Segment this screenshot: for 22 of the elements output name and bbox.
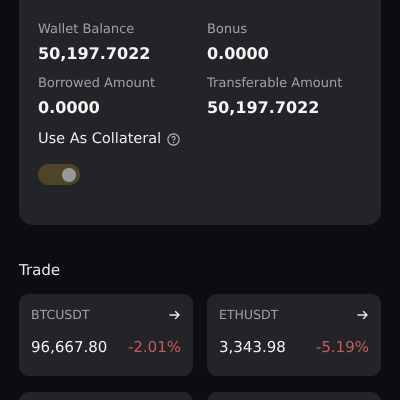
arrow-icon[interactable] xyxy=(357,309,369,321)
collateral-toggle[interactable] xyxy=(38,164,80,185)
collateral-label: Use As Collateral xyxy=(38,130,162,148)
field-value: 0.0000 xyxy=(207,44,270,64)
field-value: 0.0000 xyxy=(38,98,101,118)
field-label: Bonus xyxy=(207,22,248,38)
field-value: 50,197.7022 xyxy=(38,44,152,64)
field-label: Transferable Amount xyxy=(207,76,344,92)
market-card[interactable]: BTCUSDT 96,667.80 -2.01% xyxy=(19,294,193,376)
help-icon[interactable] xyxy=(167,132,180,146)
change-value: -2.01% xyxy=(128,338,181,356)
change-value: -5.19% xyxy=(316,338,369,356)
field-label: Borrowed Amount xyxy=(38,76,156,92)
symbol-label: BTCUSDT xyxy=(31,308,90,322)
price-value: 3,343.98 xyxy=(219,338,286,356)
field-value: 50,197.7022 xyxy=(207,98,320,118)
market-card[interactable]: ETHUSDT 3,343.98 -5.19% xyxy=(207,294,381,376)
section-title: Trade xyxy=(19,260,62,280)
field-label: Wallet Balance xyxy=(38,22,136,38)
arrow-icon[interactable] xyxy=(169,309,181,321)
price-value: 96,667.80 xyxy=(31,338,108,356)
symbol-label: ETHUSDT xyxy=(219,308,278,322)
